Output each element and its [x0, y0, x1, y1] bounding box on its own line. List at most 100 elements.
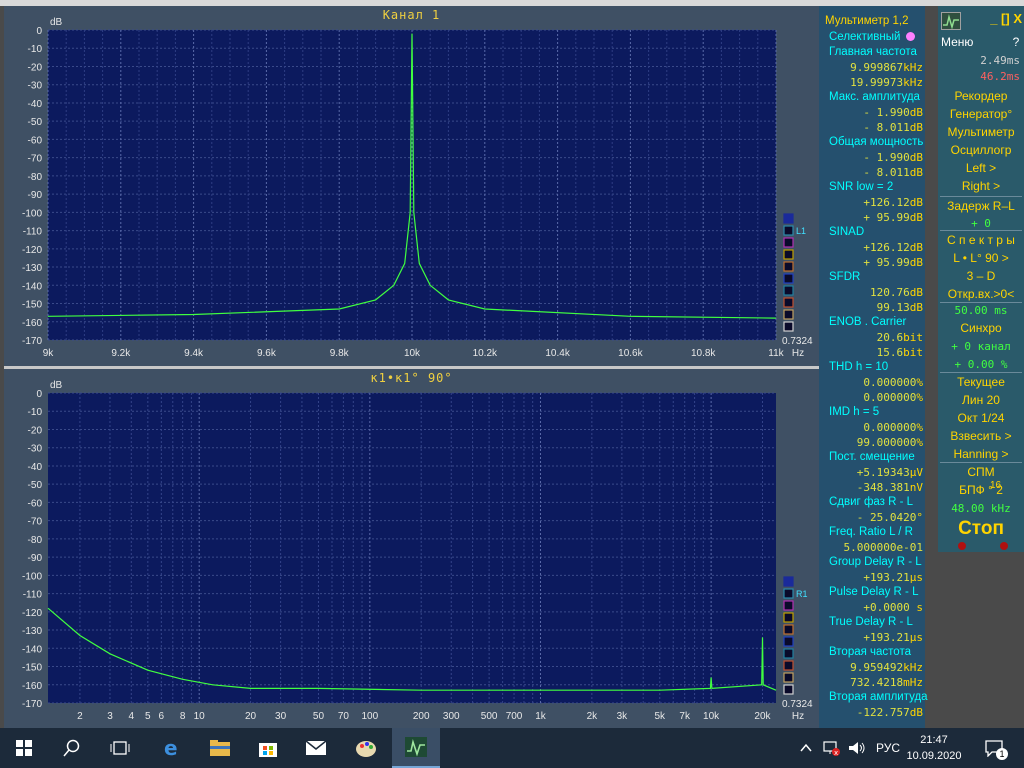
- value-unit: dB: [909, 196, 923, 209]
- y-tick-label: -170: [22, 699, 42, 710]
- control-item[interactable]: Генератор°: [938, 106, 1024, 123]
- multimeter-value: 5.000000e-01: [819, 540, 925, 555]
- x-tick-label: 10k: [404, 348, 421, 359]
- channel-swatch: [783, 660, 794, 671]
- control-item[interactable]: L • L° 90 >: [938, 250, 1024, 267]
- paint-button[interactable]: [342, 728, 390, 768]
- svg-text:e: e: [164, 737, 178, 759]
- control-item[interactable]: СПМ: [938, 464, 1024, 481]
- multimeter-value: -348.381nV: [819, 480, 925, 495]
- control-item[interactable]: Right >: [938, 178, 1024, 195]
- channel-tag: L1: [796, 226, 806, 236]
- y-tick-label: -60: [28, 135, 43, 146]
- value-unit: %: [916, 376, 923, 389]
- channel-swatch: [783, 576, 794, 587]
- value-number: 99.13: [876, 301, 910, 314]
- x-tick-label: 300: [443, 711, 460, 722]
- channel-swatch: [783, 588, 794, 599]
- multimeter-value: - 25.0420°: [819, 510, 925, 525]
- paint-palette-icon: [356, 741, 376, 757]
- store-button[interactable]: [244, 728, 292, 768]
- control-item[interactable]: БПФ ° 2: [938, 482, 1024, 499]
- control-panel: _ [] X Меню ? 2.49ms 46.2ms 16 Стоп Реко…: [938, 6, 1024, 552]
- x-tick-label: 70: [338, 711, 350, 722]
- value-number: -348.381: [856, 481, 910, 494]
- control-item[interactable]: Мультиметр: [938, 124, 1024, 141]
- control-item[interactable]: Left >: [938, 160, 1024, 177]
- value-unit: dB: [909, 241, 923, 254]
- value-number: 5.000000e-01: [843, 541, 923, 554]
- control-item[interactable]: Откр.вх.>0<: [938, 286, 1024, 303]
- value-number: +126.12: [863, 196, 910, 209]
- channel-swatch: [783, 612, 794, 623]
- speaker-icon: [849, 742, 865, 754]
- network-status[interactable]: x: [823, 728, 841, 768]
- spectrum-plot: 0 -10 -20 -30 -40 -50 -60 -70 -80 -90 -100 -110 -120…: [22, 380, 813, 722]
- control-item[interactable]: Задерж R–L: [938, 198, 1024, 215]
- control-item[interactable]: Осциллогр: [938, 142, 1024, 159]
- notifications-button[interactable]: 1: [984, 728, 1008, 768]
- value-unit: dB: [909, 106, 923, 119]
- multimeter-header: Мультиметр 1,2: [825, 15, 909, 27]
- y-tick-label: -20: [28, 62, 43, 73]
- edge-button[interactable]: e: [148, 728, 196, 768]
- stop-button[interactable]: Стоп: [938, 518, 1024, 540]
- value-unit: dB: [909, 211, 923, 224]
- spectrum-app-button[interactable]: [392, 728, 440, 768]
- multimeter-value: - 8.011dB: [819, 120, 925, 135]
- control-item[interactable]: Рекордер: [938, 88, 1024, 105]
- control-item[interactable]: Текущее: [938, 374, 1024, 391]
- multimeter-label: Общая мощность: [829, 136, 924, 148]
- multimeter-value: 19.99973kHz: [819, 75, 925, 90]
- menu-button[interactable]: Меню: [938, 34, 1001, 51]
- channel-swatch: [783, 261, 794, 272]
- channel-swatch: [783, 672, 794, 683]
- value-number: - 8.011: [863, 121, 910, 134]
- control-separator: [940, 372, 1022, 373]
- control-item[interactable]: 3 – D: [938, 268, 1024, 285]
- y-tick-label: -170: [22, 336, 42, 347]
- multimeter-value: 0.000000%: [819, 390, 925, 405]
- control-item[interactable]: Hanning >: [938, 446, 1024, 463]
- multimeter-label: Freq. Ratio L / R: [829, 526, 913, 538]
- control-item[interactable]: С п е к т р ы: [938, 232, 1024, 249]
- tray-chevron[interactable]: [800, 728, 812, 768]
- control-item[interactable]: Взвесить >: [938, 428, 1024, 445]
- x-tick-label: 9.4k: [184, 348, 204, 359]
- y-tick-label: -50: [28, 117, 43, 128]
- volume-control[interactable]: [848, 728, 866, 768]
- selective-indicator-icon[interactable]: [906, 32, 916, 42]
- clock[interactable]: 21:47 10.09.2020: [904, 732, 964, 764]
- value-number: - 1.990: [863, 151, 910, 164]
- start-button[interactable]: [0, 728, 48, 768]
- explorer-button[interactable]: [196, 728, 244, 768]
- spectrum-chart-cross[interactable]: 0 -10 -20 -30 -40 -50 -60 -70 -80 -90 -100 -110 -120…: [4, 369, 819, 729]
- search-icon: [63, 739, 80, 757]
- control-separator: [940, 196, 1022, 197]
- value-unit: s: [909, 601, 923, 614]
- mail-button[interactable]: [292, 728, 340, 768]
- window-controls[interactable]: _ [] X: [990, 11, 1022, 26]
- x-tick-label: 5: [145, 711, 151, 722]
- task-view-button[interactable]: [96, 728, 144, 768]
- chart-title: Канал 1: [382, 8, 441, 22]
- control-item[interactable]: Синхро: [938, 320, 1024, 337]
- channel-swatch: [783, 321, 794, 332]
- language-indicator[interactable]: РУС: [876, 728, 900, 768]
- y-tick-label: -30: [28, 81, 43, 92]
- control-item[interactable]: Лин 20: [938, 392, 1024, 409]
- x-tick-label: 9.6k: [257, 348, 277, 359]
- control-item[interactable]: Окт 1/24: [938, 410, 1024, 427]
- spectrum-chart-channel1[interactable]: 0 -10 -20 -30 -40 -50 -60 -70 -80 -90 -100 -110 -120…: [4, 6, 819, 366]
- x-tick-label: 2k: [587, 711, 599, 722]
- taskbar: e x РУС 21:47 10.09.2020 1: [0, 728, 1024, 768]
- help-button[interactable]: ?: [1008, 34, 1024, 51]
- x-tick-label: 9.2k: [111, 348, 131, 359]
- y-tick-label: -10: [28, 407, 43, 418]
- x-tick-label: 8: [180, 711, 186, 722]
- multimeter-value: 15.6bit: [819, 345, 925, 360]
- search-button[interactable]: [48, 728, 96, 768]
- multimeter-value: +193.21µs: [819, 570, 925, 585]
- channel-swatch: [783, 648, 794, 659]
- x-tick-label: 7k: [679, 711, 691, 722]
